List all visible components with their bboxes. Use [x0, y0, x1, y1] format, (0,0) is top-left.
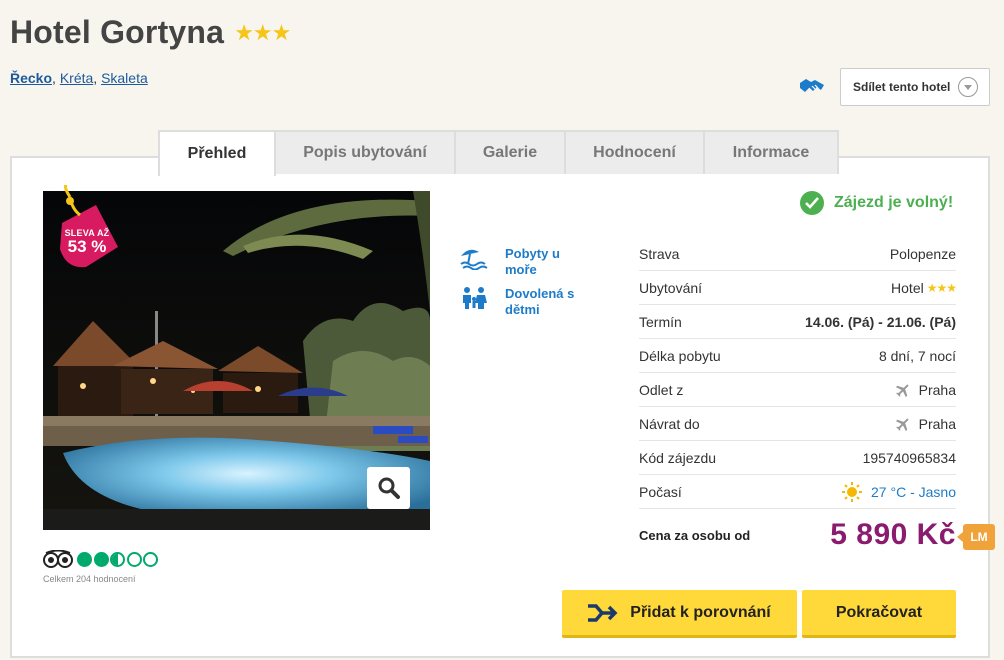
zoom-photo-button[interactable] [367, 467, 410, 509]
handshake-icon[interactable] [799, 74, 825, 100]
return-city: Praha [918, 415, 956, 432]
tripadvisor-rating[interactable] [43, 550, 160, 568]
rating-dot-empty [126, 551, 142, 567]
continue-button[interactable]: Pokračovat [802, 590, 956, 638]
info-label: Ubytování [639, 279, 703, 296]
sun-icon [842, 481, 863, 502]
info-row-duration: Délka pobytu 8 dní, 7 nocí [639, 339, 956, 373]
info-label: Návrat do [639, 415, 700, 432]
info-value: Polopenze [889, 245, 956, 262]
rating-dot-full [77, 551, 92, 567]
breadcrumb-region[interactable]: Kréta [60, 70, 93, 86]
info-value: Hotel ★★★ [891, 279, 957, 296]
feature-beach-label: Pobyty u moře [505, 246, 560, 277]
breadcrumb-separator: , [93, 70, 102, 86]
info-label: Kód zájezdu [639, 449, 717, 466]
departure-city: Praha [918, 381, 956, 398]
price-row: Cena za osobu od 5 890 Kč [639, 518, 956, 552]
rating-dot-half [110, 551, 125, 567]
weather-text: 27 °C - Jasno [871, 483, 956, 500]
compare-arrow-icon [588, 603, 618, 622]
info-value: Praha [895, 416, 956, 432]
info-label: Termín [639, 313, 682, 330]
tab-information[interactable]: Informace [703, 130, 839, 174]
chevron-down-icon [958, 77, 978, 97]
breadcrumb-city[interactable]: Skaleta [101, 70, 148, 86]
availability-status: Zájezd je volný! [800, 191, 953, 215]
discount-badge-text: SLEVA AŽ 53 % [62, 228, 112, 255]
info-label: Délka pobytu [639, 347, 721, 364]
info-value: 8 dní, 7 nocí [878, 347, 956, 364]
feature-family[interactable]: Dovolená s dětmi [459, 286, 595, 318]
info-row-accommodation: Ubytování Hotel ★★★ [639, 271, 957, 305]
info-label: Počasí [639, 483, 682, 500]
last-minute-badge: LM [957, 524, 995, 550]
tab-overview[interactable]: Přehled [158, 130, 276, 176]
feature-family-label: Dovolená s dětmi [505, 286, 575, 317]
info-row-weather: Počasí 27 °C - Jasno [639, 475, 956, 509]
hotel-name: Hotel Gortyna [10, 14, 225, 50]
hotel-stars: ★★★ [234, 19, 291, 45]
info-row-board: Strava Polopenze [639, 237, 956, 271]
rating-dot-empty [143, 551, 158, 567]
plane-icon [895, 383, 909, 397]
info-row-departure: Odlet z Praha [639, 373, 956, 407]
info-row-return: Návrat do Praha [639, 407, 956, 441]
accommodation-type: Hotel [891, 279, 924, 296]
tripadvisor-count: Celkem 204 hodnocení [43, 574, 136, 584]
info-row-code: Kód zájezdu 195740965834 [639, 441, 956, 475]
tripadvisor-dots [77, 551, 160, 567]
info-label: Odlet z [639, 381, 684, 398]
tripadvisor-owl-icon [43, 550, 73, 568]
add-to-compare-label: Přidat k porovnání [630, 603, 771, 621]
feature-beach[interactable]: Pobyty u moře [459, 246, 595, 278]
info-value: Praha [895, 382, 956, 398]
accommodation-stars: ★★★ [926, 280, 957, 295]
hotel-title-row: Hotel Gortyna ★★★ [10, 14, 291, 51]
share-hotel-label: Sdílet tento hotel [853, 80, 951, 94]
family-icon [463, 287, 487, 309]
rating-dot-full [93, 551, 109, 567]
magnifier-icon [378, 477, 400, 499]
price-label: Cena za osobu od [639, 527, 751, 543]
tab-reviews[interactable]: Hodnocení [564, 130, 705, 174]
add-to-compare-button[interactable]: Přidat k porovnání [562, 590, 797, 638]
tab-bar: Přehled Popis ubytování Galerie Hodnocen… [158, 130, 839, 176]
trip-info-table: Strava Polopenze Ubytování Hotel ★★★ Ter… [639, 237, 957, 509]
availability-text: Zájezd je volný! [834, 194, 954, 211]
breadcrumb-country[interactable]: Řecko [10, 70, 52, 86]
share-hotel-button[interactable]: Sdílet tento hotel [840, 68, 990, 106]
plane-icon [895, 417, 909, 431]
beach-icon [460, 249, 488, 270]
tab-gallery[interactable]: Galerie [454, 130, 566, 174]
info-value: 14.06. (Pá) - 21.06. (Pá) [805, 313, 956, 330]
info-label: Strava [639, 245, 680, 262]
info-row-dates: Termín 14.06. (Pá) - 21.06. (Pá) [639, 305, 956, 339]
continue-label: Pokračovat [835, 603, 923, 621]
check-icon [800, 191, 824, 215]
breadcrumb: Řecko, Kréta, Skaleta [10, 70, 148, 86]
info-value[interactable]: 27 °C - Jasno [841, 481, 956, 503]
discount-badge-value: 53 % [67, 237, 107, 256]
tab-accommodation[interactable]: Popis ubytování [274, 130, 456, 174]
price-value: 5 890 Kč [830, 518, 956, 551]
breadcrumb-separator: , [52, 70, 60, 86]
info-value: 195740965834 [862, 449, 956, 466]
